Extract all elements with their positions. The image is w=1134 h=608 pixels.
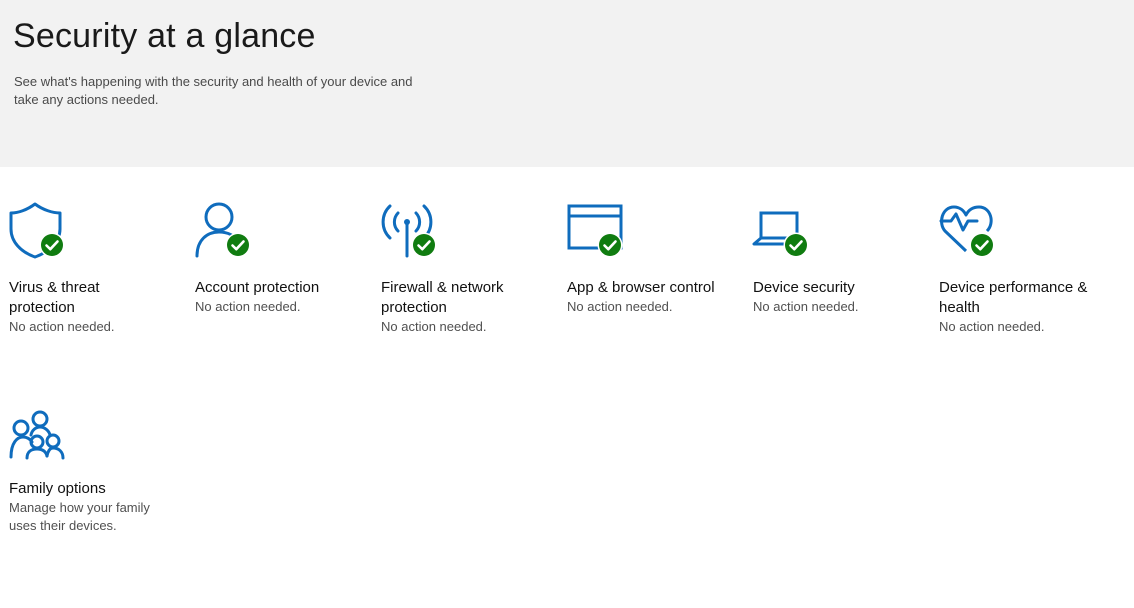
page-title: Security at a glance xyxy=(13,17,316,55)
check-badge-icon xyxy=(39,232,65,258)
tile-status: No action needed. xyxy=(567,299,673,314)
tile-title: Device performance & health xyxy=(939,279,1088,316)
family-icon xyxy=(9,405,71,467)
tile-title: App & browser control xyxy=(567,279,715,296)
check-badge-icon xyxy=(783,232,809,258)
check-badge-icon xyxy=(225,232,251,258)
tile-status: Manage how your family uses their device… xyxy=(9,500,150,533)
page-subtitle: See what's happening with the security a… xyxy=(14,74,413,107)
tile-title: Virus & threat protection xyxy=(9,279,100,316)
check-badge-icon xyxy=(597,232,623,258)
tile-status: No action needed. xyxy=(939,319,1045,334)
check-badge-icon xyxy=(969,232,995,258)
check-badge-icon xyxy=(411,232,437,258)
tile-status: No action needed. xyxy=(753,299,859,314)
header-banner: Security at a glance See what's happenin… xyxy=(0,0,1134,167)
tile-status: No action needed. xyxy=(195,299,301,314)
tile-title: Account protection xyxy=(195,279,320,296)
tile-title: Device security xyxy=(753,279,855,296)
tile-title: Firewall & network protection xyxy=(381,279,504,316)
tile-status: No action needed. xyxy=(9,319,115,334)
tile-status: No action needed. xyxy=(381,319,487,334)
tile-title: Family options xyxy=(9,480,106,497)
